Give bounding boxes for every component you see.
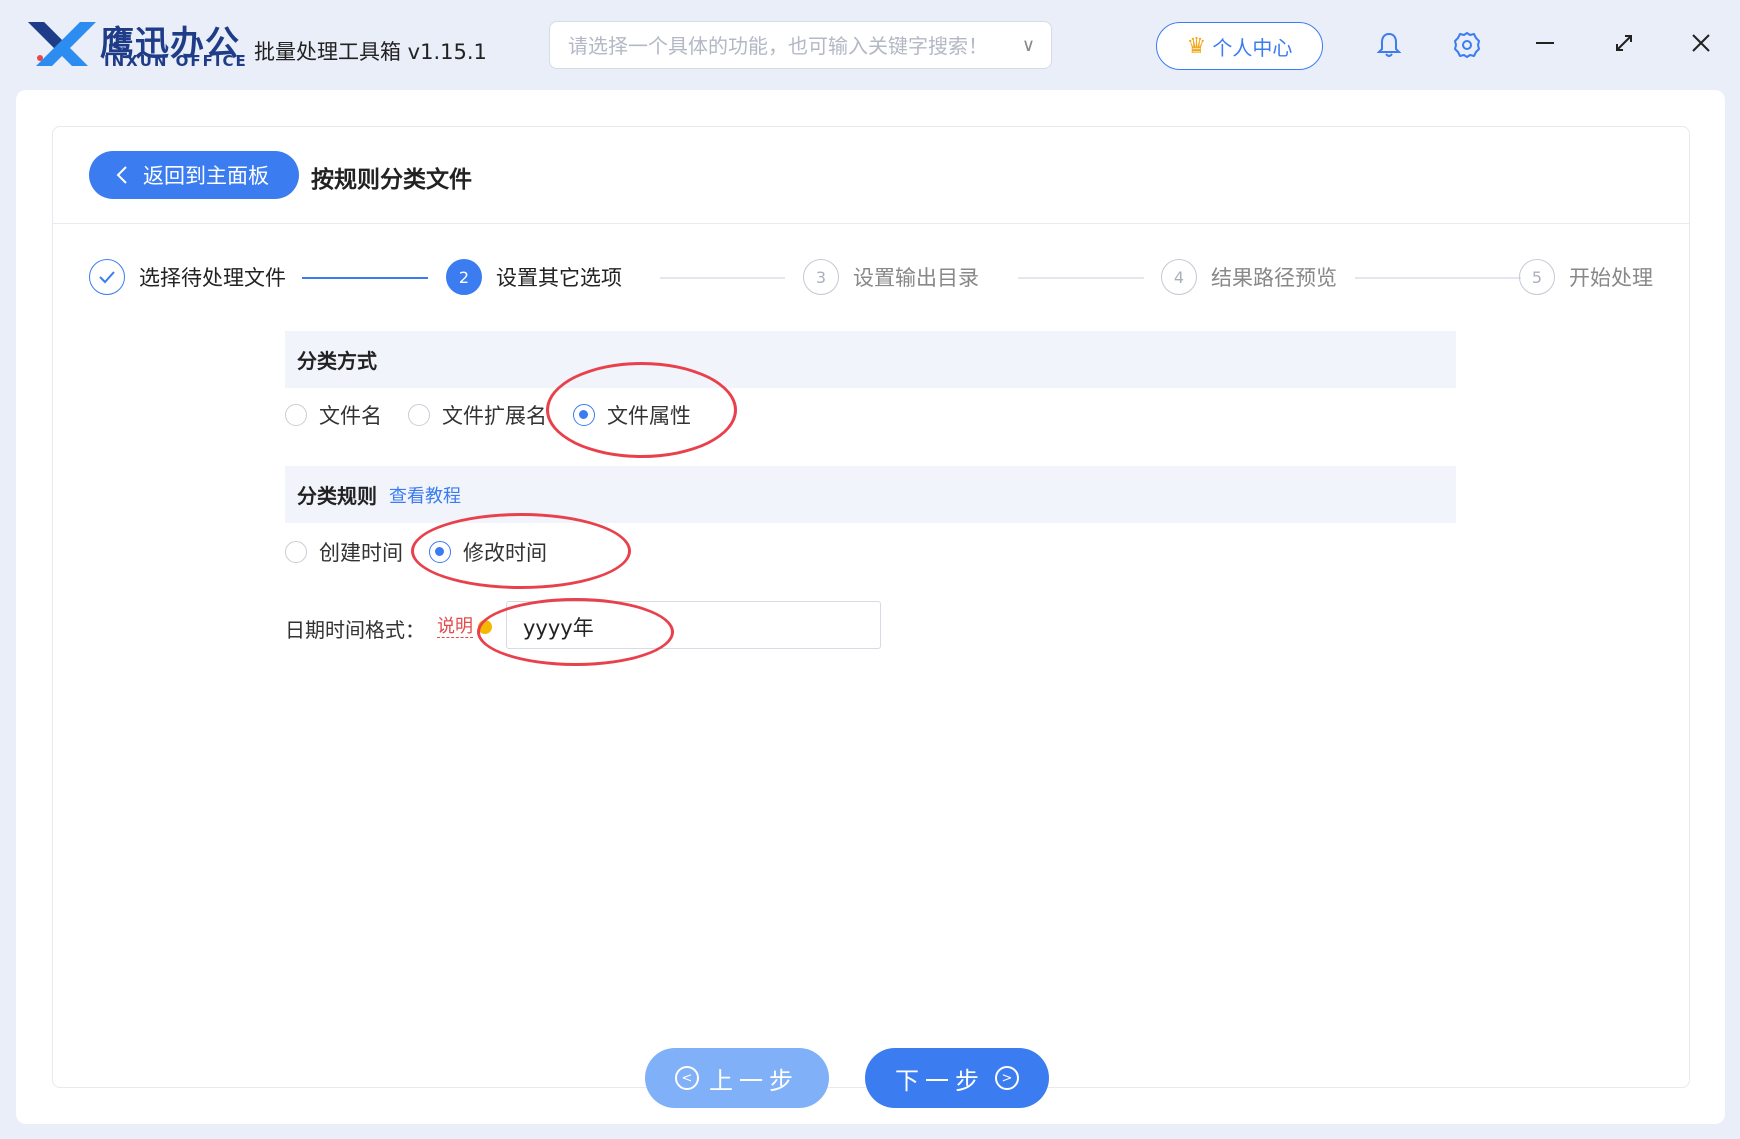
classify-rule-header: 分类规则 查看教程 (285, 466, 1456, 523)
classify-method-header: 分类方式 (285, 331, 1456, 388)
user-center-button[interactable]: ♛ 个人中心 (1156, 22, 1323, 70)
header-divider (53, 223, 1689, 224)
previous-step-button[interactable]: < 上一步 (645, 1048, 829, 1108)
next-step-button[interactable]: 下一步 > (865, 1048, 1049, 1108)
date-format-help-link[interactable]: 说明 (437, 617, 473, 638)
expand-icon (1616, 35, 1632, 51)
next-step-label: 下一步 (895, 1066, 985, 1095)
annotation-ellipse (411, 513, 631, 589)
section-title: 分类方式 (297, 349, 377, 373)
bell-icon[interactable] (1374, 30, 1404, 60)
step-label: 选择待处理文件 (139, 266, 286, 290)
close-icon (1692, 34, 1710, 52)
step-number: 4 (1161, 259, 1197, 295)
step-label: 开始处理 (1569, 266, 1653, 290)
circle-chevron-left-icon: < (675, 1066, 699, 1090)
step-label: 结果路径预览 (1211, 266, 1337, 290)
tutorial-link[interactable]: 查看教程 (389, 482, 461, 508)
maximize-button[interactable] (1609, 28, 1639, 58)
step-label: 设置输出目录 (853, 266, 979, 290)
step-4: 4 结果路径预览 (1161, 259, 1337, 295)
gear-icon[interactable] (1452, 30, 1482, 60)
title-bar: 鹰迅办公 INXUN OFFICE 批量处理工具箱 v1.15.1 请选择一个具… (0, 0, 1740, 90)
step-number: 2 (446, 259, 482, 295)
step-5: 5 开始处理 (1519, 259, 1653, 295)
function-search-input[interactable]: 请选择一个具体的功能，也可输入关键字搜索！ ∨ (549, 21, 1052, 69)
step-connector (1018, 277, 1144, 279)
radio-extension[interactable]: 文件扩展名 (408, 400, 547, 430)
step-number: 3 (803, 259, 839, 295)
app-title: 批量处理工具箱 v1.15.1 (254, 40, 487, 64)
step-2: 2 设置其它选项 (446, 259, 622, 295)
step-1: 选择待处理文件 (89, 259, 286, 295)
chevron-left-icon (116, 166, 127, 184)
previous-step-label: 上一步 (709, 1066, 799, 1095)
step-3: 3 设置输出目录 (803, 259, 979, 295)
inxun-logo-icon (28, 22, 96, 66)
radio-filename[interactable]: 文件名 (285, 400, 382, 430)
minimize-button[interactable] (1530, 28, 1560, 58)
chevron-down-icon[interactable]: ∨ (1022, 34, 1035, 58)
back-button-label: 返回到主面板 (143, 164, 269, 188)
brand-name-en: INXUN OFFICE (104, 52, 248, 70)
annotation-ellipse (477, 598, 674, 666)
search-placeholder: 请选择一个具体的功能，也可输入关键字搜索！ (568, 34, 988, 58)
section-title: 分类规则 (297, 484, 377, 508)
step-label: 设置其它选项 (496, 266, 622, 290)
page-title: 按规则分类文件 (311, 167, 472, 193)
radio-label: 文件扩展名 (442, 404, 547, 428)
radio-circle[interactable] (285, 404, 307, 426)
radio-circle[interactable] (408, 404, 430, 426)
step-number: 5 (1519, 259, 1555, 295)
date-format-label: 日期时间格式： (285, 618, 425, 642)
step-connector (660, 277, 785, 279)
check-icon (89, 259, 125, 295)
crown-icon: ♛ (1186, 33, 1207, 59)
step-connector (1355, 277, 1521, 279)
step-connector (302, 277, 428, 279)
user-center-label: 个人中心 (1212, 35, 1293, 60)
close-button[interactable] (1686, 28, 1716, 58)
back-to-dashboard-button[interactable]: 返回到主面板 (89, 151, 299, 199)
circle-chevron-right-icon: > (995, 1066, 1019, 1090)
radio-circle[interactable] (285, 541, 307, 563)
radio-created-time[interactable]: 创建时间 (285, 537, 403, 567)
radio-label: 文件名 (319, 404, 382, 428)
radio-label: 创建时间 (319, 541, 403, 565)
minimize-icon (1536, 42, 1554, 44)
annotation-ellipse (546, 362, 737, 458)
